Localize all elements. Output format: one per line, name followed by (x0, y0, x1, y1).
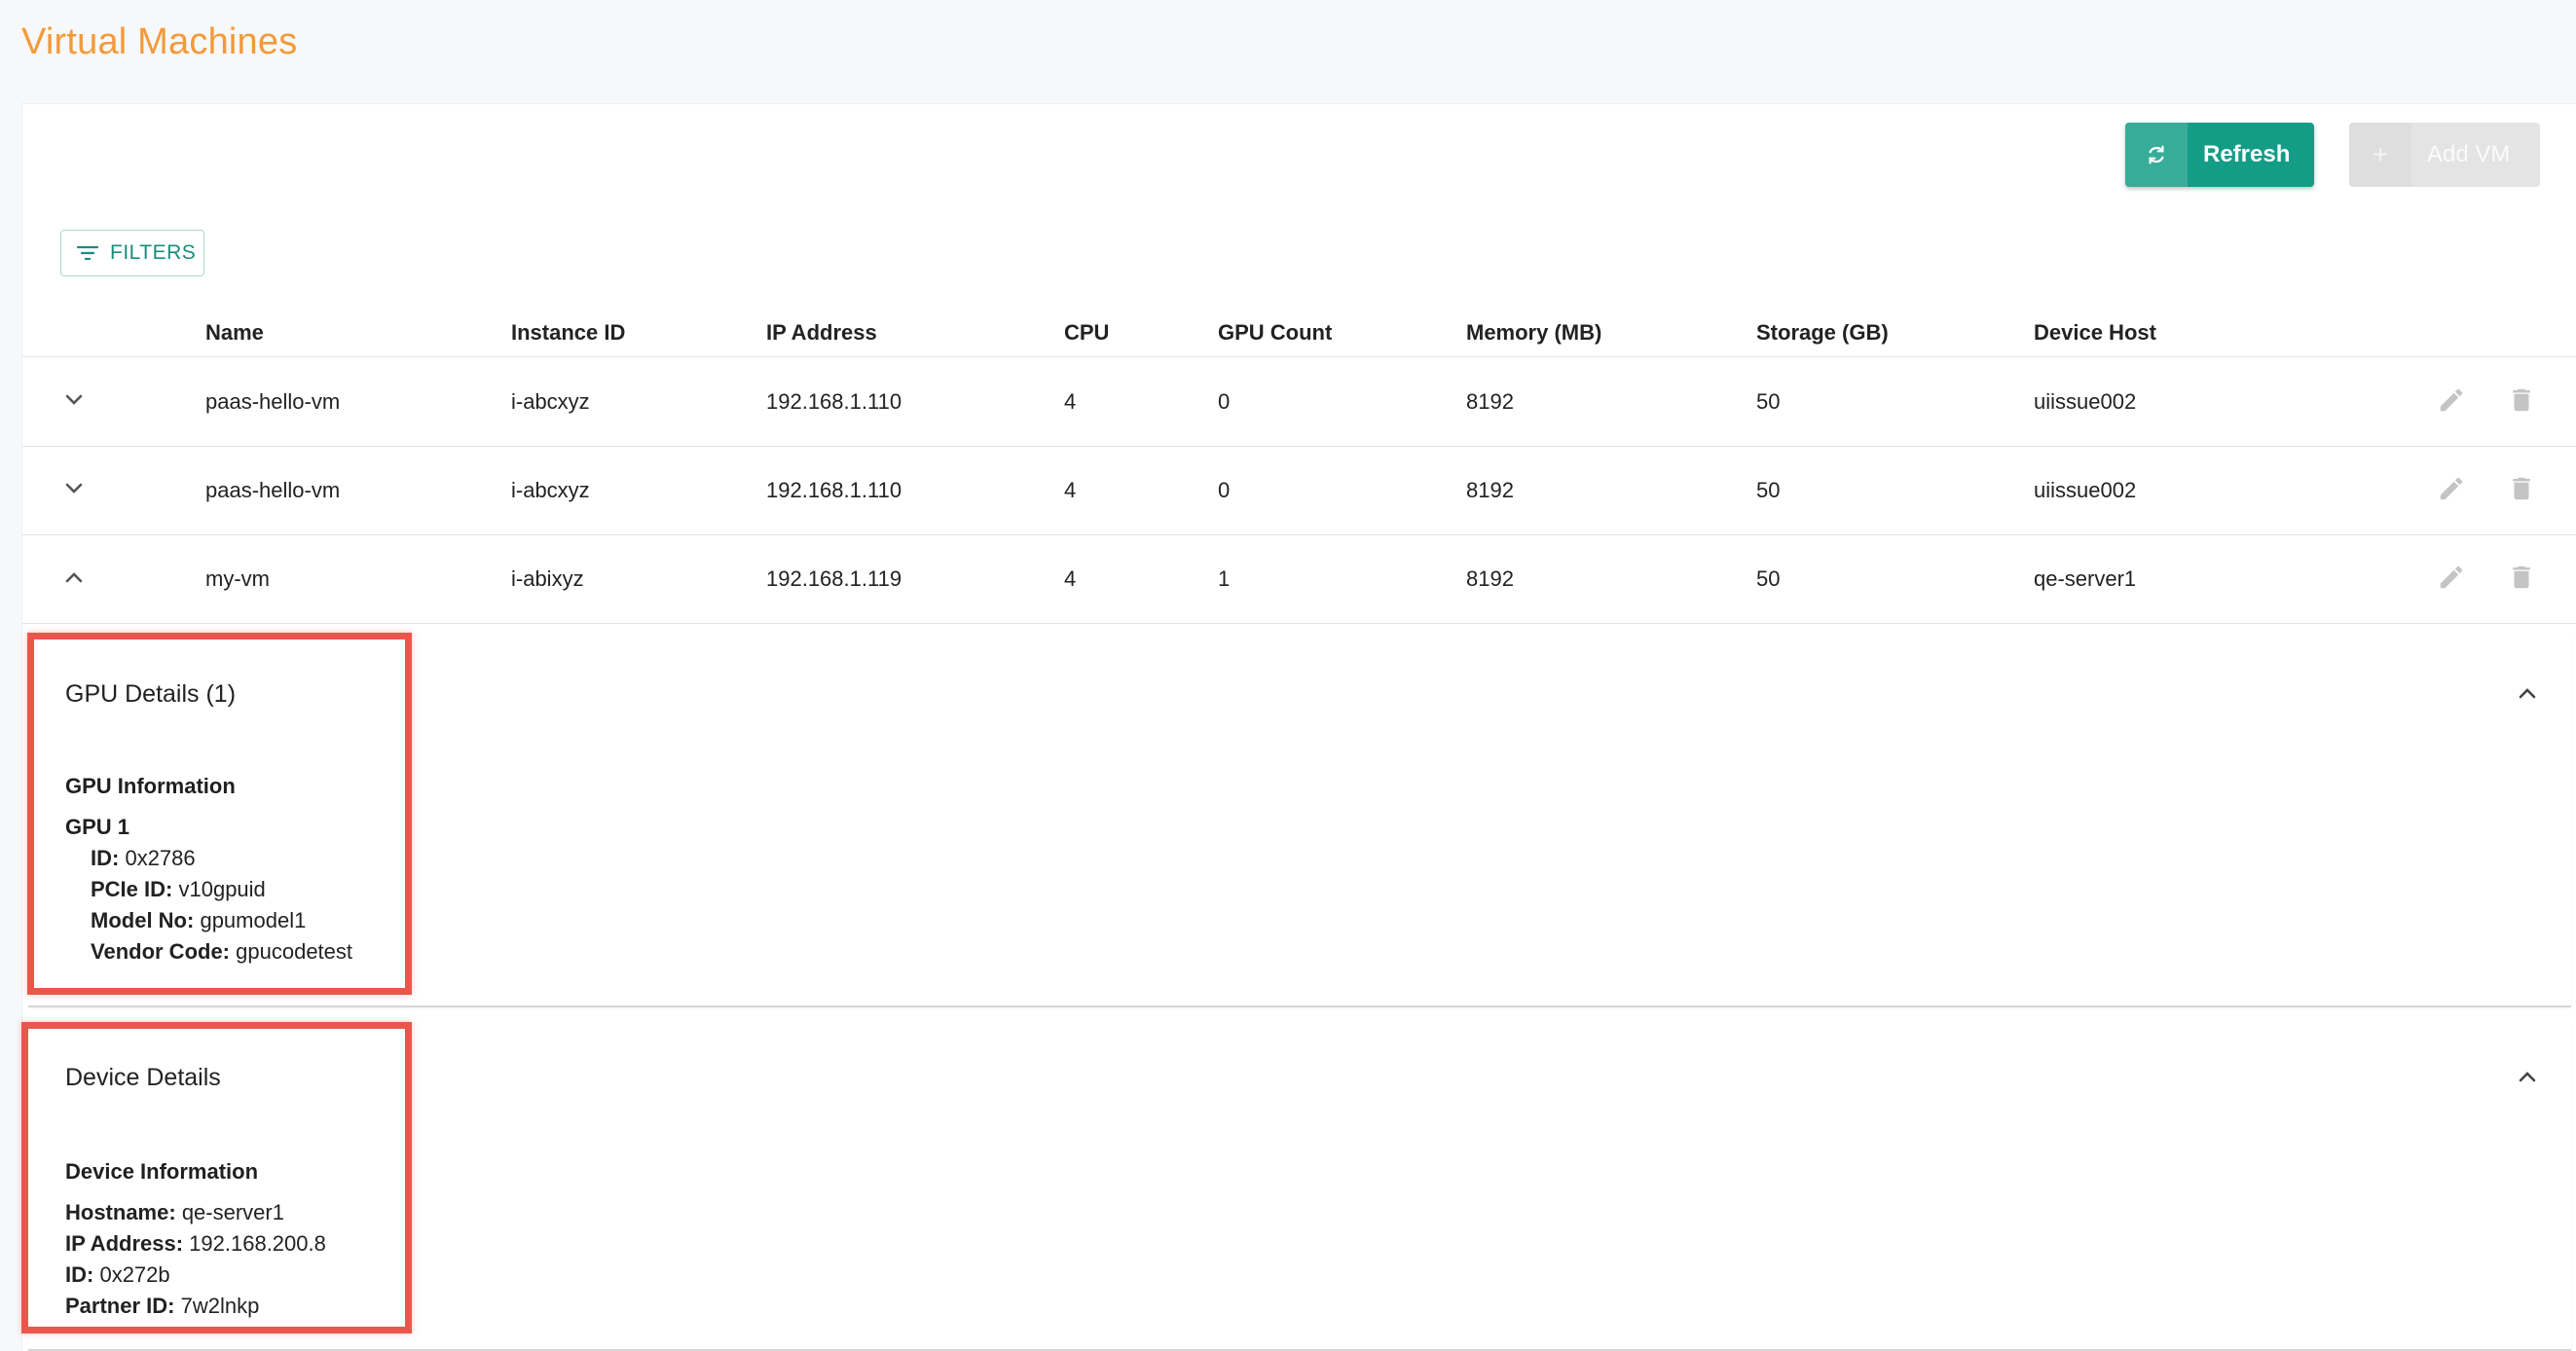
chevron-up-icon[interactable] (2513, 678, 2542, 708)
edit-icon[interactable] (2437, 385, 2466, 415)
delete-icon[interactable] (2507, 385, 2536, 415)
cell-ip-address: 192.168.1.110 (766, 478, 902, 502)
cell-instance-id: i-abcxyz (511, 389, 590, 414)
cell-cpu: 4 (1064, 389, 1077, 414)
cell-ip-address: 192.168.1.110 (766, 389, 902, 414)
gpu-vendor-code-field: Vendor Code: gpucodetest (91, 939, 352, 965)
field-key: ID: (91, 846, 120, 870)
cell-device-host: uiissue002 (2034, 478, 2137, 502)
field-key: Model No: (91, 908, 195, 932)
field-key: Vendor Code: (91, 939, 231, 964)
filters-label: FILTERS (110, 241, 197, 264)
field-key: Hostname: (65, 1200, 176, 1224)
gpu-label: GPU 1 (65, 815, 130, 839)
field-value: gpucodetest (236, 939, 353, 964)
chevron-up-icon[interactable] (59, 563, 89, 592)
gpu-pcie-id-field: PCIe ID: v10gpuid (91, 877, 266, 902)
column-header-gpu-count[interactable]: GPU Count (1218, 320, 1332, 346)
cell-gpu-count: 0 (1218, 478, 1231, 502)
cell-memory: 8192 (1466, 389, 1514, 414)
cell-cpu: 4 (1064, 566, 1077, 591)
field-value: 7w2lnkp (180, 1294, 260, 1318)
cell-name: paas-hello-vm (205, 478, 341, 502)
cell-memory: 8192 (1466, 566, 1514, 591)
chevron-up-icon[interactable] (2513, 1062, 2542, 1091)
cell-name: paas-hello-vm (205, 389, 341, 414)
column-header-storage[interactable]: Storage (GB) (1756, 320, 1889, 346)
column-header-name[interactable]: Name (205, 320, 264, 346)
delete-icon[interactable] (2507, 474, 2536, 503)
field-key: PCIe ID: (91, 877, 173, 901)
refresh-icon (2125, 123, 2188, 187)
column-header-device-host[interactable]: Device Host (2034, 320, 2156, 346)
filters-button[interactable]: FILTERS (60, 230, 204, 276)
chevron-down-icon[interactable] (59, 385, 89, 415)
delete-icon[interactable] (2507, 563, 2536, 592)
device-details-panel: Device Details Device Information Hostna… (28, 1023, 2571, 1351)
cell-device-host: qe-server1 (2034, 566, 2137, 591)
table-row[interactable]: paas-hello-vm i-abcxyz 192.168.1.110 4 0… (22, 447, 2576, 535)
column-header-instance-id[interactable]: Instance ID (511, 320, 625, 346)
cell-instance-id: i-abixyz (511, 566, 584, 591)
cell-device-host: uiissue002 (2034, 389, 2137, 414)
device-details-title[interactable]: Device Details (65, 1064, 221, 1092)
column-header-ip-address[interactable]: IP Address (766, 320, 877, 346)
cell-name: my-vm (205, 566, 270, 591)
add-vm-label: Add VM (2427, 141, 2511, 167)
gpu-model-no-field: Model No: gpumodel1 (91, 908, 306, 933)
device-partner-id-field: Partner ID: 7w2lnkp (65, 1294, 259, 1319)
cell-instance-id: i-abcxyz (511, 478, 590, 502)
table-row[interactable]: paas-hello-vm i-abcxyz 192.168.1.110 4 0… (22, 358, 2576, 447)
cell-storage: 50 (1756, 389, 1781, 414)
cell-ip-address: 192.168.1.119 (766, 566, 902, 591)
cell-storage: 50 (1756, 566, 1781, 591)
column-header-memory[interactable]: Memory (MB) (1466, 320, 1601, 346)
vm-card: Refresh + Add VM FILTERS Name Instance I… (21, 103, 2576, 1351)
device-id-field: ID: 0x272b (65, 1262, 170, 1288)
edit-icon[interactable] (2437, 563, 2466, 592)
filter-list-icon (77, 244, 98, 262)
field-key: Partner ID: (65, 1294, 175, 1318)
cell-memory: 8192 (1466, 478, 1514, 502)
field-value: 0x272b (99, 1262, 170, 1287)
refresh-button[interactable]: Refresh (2125, 123, 2314, 187)
cell-cpu: 4 (1064, 478, 1077, 502)
device-ip-address-field: IP Address: 192.168.200.8 (65, 1231, 326, 1257)
cell-storage: 50 (1756, 478, 1781, 502)
edit-icon[interactable] (2437, 474, 2466, 503)
gpu-details-panel: GPU Details (1) GPU Information GPU 1 ID… (28, 638, 2571, 1007)
field-key: ID: (65, 1262, 94, 1287)
field-key: IP Address: (65, 1231, 184, 1256)
column-header-cpu[interactable]: CPU (1064, 320, 1109, 346)
field-value: gpumodel1 (200, 908, 307, 932)
plus-icon: + (2349, 123, 2411, 187)
table-header: Name Instance ID IP Address CPU GPU Coun… (22, 299, 2576, 357)
gpu-information-heading: GPU Information (65, 774, 236, 798)
field-value: 0x2786 (125, 846, 196, 870)
page-title: Virtual Machines (21, 21, 298, 62)
field-value: qe-server1 (181, 1200, 284, 1224)
field-value: 192.168.200.8 (189, 1231, 326, 1256)
gpu-details-title[interactable]: GPU Details (1) (65, 680, 236, 709)
add-vm-button[interactable]: + Add VM (2349, 123, 2540, 187)
gpu-id-field: ID: 0x2786 (91, 846, 196, 871)
field-value: v10gpuid (178, 877, 266, 901)
device-information-heading: Device Information (65, 1159, 259, 1184)
chevron-down-icon[interactable] (59, 474, 89, 503)
cell-gpu-count: 0 (1218, 389, 1231, 414)
cell-gpu-count: 1 (1218, 566, 1231, 591)
refresh-label: Refresh (2203, 141, 2291, 167)
table-row[interactable]: my-vm i-abixyz 192.168.1.119 4 1 8192 50… (22, 535, 2576, 624)
device-hostname-field: Hostname: qe-server1 (65, 1200, 284, 1225)
